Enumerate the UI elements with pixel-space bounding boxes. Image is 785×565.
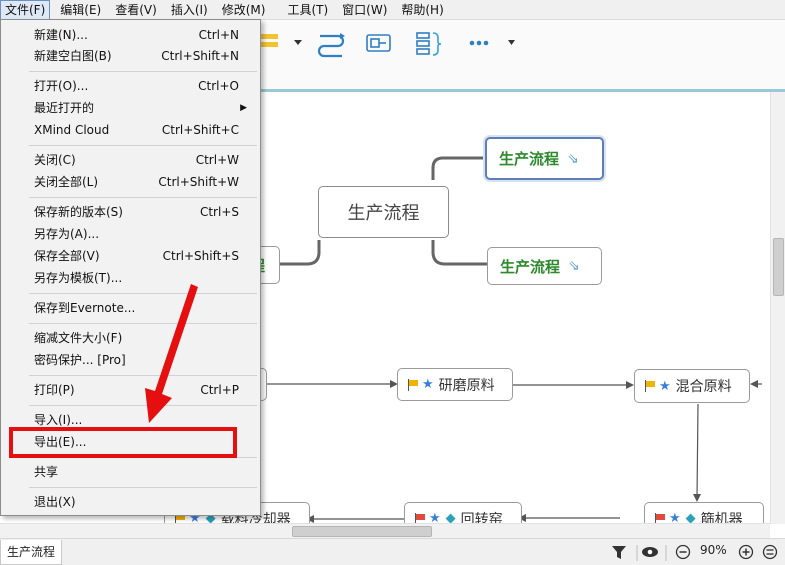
menu-item-save-version[interactable]: 保存新的版本(S) Ctrl+S bbox=[2, 201, 259, 223]
relationship-icon[interactable] bbox=[317, 33, 345, 58]
menu-separator bbox=[29, 375, 257, 376]
menu-item-print[interactable]: 打印(P) Ctrl+P bbox=[2, 379, 259, 401]
flow-node-grind-label: 研磨原料 bbox=[438, 377, 495, 394]
menu-item-password[interactable]: 密码保护... [Pro] bbox=[2, 349, 259, 371]
flow-node-mix-label: 混合原料 bbox=[675, 379, 732, 395]
menu-item-save-as[interactable]: 另存为(A)... bbox=[2, 223, 259, 245]
vertical-scroll-thumb[interactable] bbox=[773, 238, 784, 296]
menu-item-save-all[interactable]: 保存全部(V) Ctrl+Shift+S bbox=[2, 245, 259, 267]
flag-icon bbox=[408, 378, 419, 391]
menu-separator bbox=[29, 405, 257, 406]
subtopic-bottom[interactable]: 生产流程 ⇘ bbox=[487, 247, 602, 285]
subtopic-top-label: 生产流程 bbox=[499, 150, 560, 168]
flow-node-screen-label: 篩机器 bbox=[700, 511, 743, 525]
xmind-window: 文件(F) 编辑(E) 查看(V) 插入(I) 修改(M) 工具(T) 窗口(W… bbox=[0, 0, 785, 565]
menu-item-save-template[interactable]: 另存为模板(T)... bbox=[2, 267, 259, 289]
drilldown-icon[interactable]: ⇘ bbox=[568, 258, 580, 274]
menu-item-share[interactable]: 共享 bbox=[2, 461, 259, 483]
zoom-out-icon[interactable] bbox=[675, 544, 691, 560]
structure-icon[interactable] bbox=[260, 34, 278, 47]
menu-file[interactable]: 文件(F) bbox=[0, 0, 51, 20]
menu-item-exit[interactable]: 退出(X) bbox=[2, 491, 259, 513]
menu-help[interactable]: 帮助(H) bbox=[397, 0, 447, 20]
vertical-scrollbar[interactable] bbox=[770, 92, 785, 524]
flow-node-kiln-label: 回转窑 bbox=[460, 511, 503, 525]
zoom-in-icon[interactable] bbox=[738, 544, 754, 560]
menu-modify[interactable]: 修改(M) bbox=[218, 0, 270, 20]
horizontal-scroll-thumb[interactable] bbox=[292, 526, 432, 537]
menu-separator bbox=[29, 145, 257, 146]
menu-edit[interactable]: 编辑(E) bbox=[56, 0, 105, 20]
menu-separator bbox=[29, 71, 257, 72]
horizontal-scrollbar[interactable] bbox=[0, 523, 770, 538]
menu-bar: 文件(F) 编辑(E) 查看(V) 插入(I) 修改(M) 工具(T) 窗口(W… bbox=[0, 0, 785, 20]
menu-separator bbox=[29, 293, 257, 294]
menu-item-new-blank[interactable]: 新建空白图(B) Ctrl+Shift+N bbox=[2, 45, 259, 67]
drilldown-icon[interactable]: ⇘ bbox=[567, 151, 579, 167]
menu-item-reduce-size[interactable]: 缩减文件大小(F) bbox=[2, 327, 259, 349]
status-bar: 生产流程 90% bbox=[0, 538, 785, 565]
flow-node-grind[interactable]: ★ 研磨原料 bbox=[397, 368, 513, 401]
menu-window[interactable]: 窗口(W) bbox=[338, 0, 391, 20]
flow-node-mix[interactable]: ★ 混合原料 bbox=[634, 369, 750, 403]
fit-icon[interactable] bbox=[762, 544, 778, 560]
menu-tools[interactable]: 工具(T) bbox=[283, 0, 332, 20]
flag-icon bbox=[645, 380, 656, 392]
boundary-icon[interactable] bbox=[366, 34, 391, 52]
subtopic-bottom-label: 生产流程 bbox=[500, 257, 561, 276]
summary-icon[interactable] bbox=[416, 32, 442, 56]
flow-node-screen[interactable]: ★ ◆ 篩机器 bbox=[644, 502, 764, 524]
menu-item-recent[interactable]: 最近打开的 ▶ bbox=[2, 97, 259, 119]
menu-item-close[interactable]: 关闭(C) Ctrl+W bbox=[2, 149, 259, 171]
menu-item-save-evernote[interactable]: 保存到Evernote... bbox=[2, 297, 259, 319]
filter-icon[interactable] bbox=[612, 546, 626, 559]
menu-view[interactable]: 查看(V) bbox=[111, 0, 161, 20]
more-dropdown-icon[interactable] bbox=[508, 40, 515, 45]
star-icon: ★ bbox=[422, 377, 434, 392]
zoom-level: 90% bbox=[700, 543, 727, 557]
eye-icon[interactable] bbox=[642, 547, 658, 557]
star-icon: ★ bbox=[659, 378, 671, 394]
more-icon[interactable] bbox=[469, 40, 489, 46]
menu-item-close-all[interactable]: 关闭全部(L) Ctrl+Shift+W bbox=[2, 171, 259, 193]
export-highlight-box bbox=[9, 427, 237, 458]
central-topic[interactable]: 生产流程 bbox=[318, 186, 449, 238]
menu-item-open[interactable]: 打开(O)... Ctrl+O bbox=[2, 75, 259, 97]
menu-separator bbox=[29, 197, 257, 198]
flow-node-kiln[interactable]: ★ ◆ 回转窑 bbox=[404, 502, 522, 524]
menu-item-new[interactable]: 新建(N)... Ctrl+N bbox=[2, 24, 259, 46]
submenu-arrow-icon: ▶ bbox=[240, 103, 247, 113]
chevron-down-icon[interactable] bbox=[294, 40, 302, 45]
menu-separator bbox=[29, 323, 257, 324]
menu-item-xmind-cloud[interactable]: XMind Cloud Ctrl+Shift+C bbox=[2, 119, 259, 141]
subtopic-top[interactable]: 生产流程 ⇘ bbox=[485, 137, 604, 180]
menu-insert[interactable]: 插入(I) bbox=[167, 0, 212, 20]
status-icons bbox=[612, 544, 778, 561]
menu-separator bbox=[29, 487, 257, 488]
